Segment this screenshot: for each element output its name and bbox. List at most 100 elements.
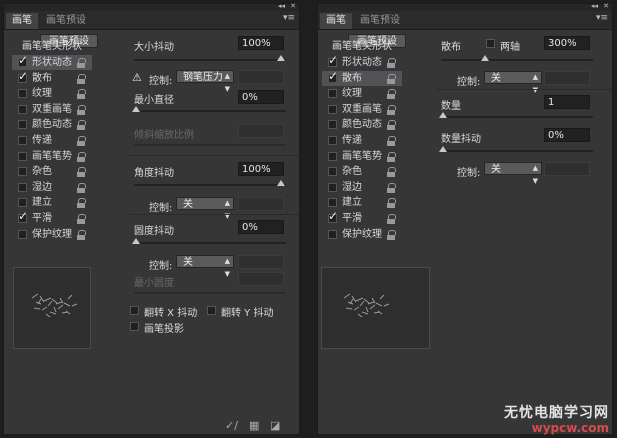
lock-icon[interactable] bbox=[387, 73, 396, 84]
tab-brush-presets[interactable]: 画笔预设 bbox=[40, 13, 92, 29]
slider-knob[interactable] bbox=[439, 112, 447, 118]
lock-icon[interactable] bbox=[77, 104, 86, 115]
count-jitter-slider[interactable] bbox=[439, 146, 593, 152]
count-control-dropdown[interactable]: 关 ▲ ▼ bbox=[484, 162, 542, 185]
lock-icon[interactable] bbox=[77, 151, 86, 162]
brush-setting-checkbox[interactable] bbox=[328, 167, 337, 177]
brush-setting-checkbox[interactable] bbox=[328, 120, 337, 130]
brush-setting-checkbox[interactable] bbox=[328, 151, 337, 161]
count-value[interactable]: 1 bbox=[544, 95, 590, 109]
brush-setting-row[interactable]: ✓ 平滑 bbox=[322, 209, 402, 226]
brush-setting-row[interactable]: ✓ 散布 bbox=[322, 69, 402, 86]
size-jitter-value[interactable]: 100% bbox=[238, 36, 284, 50]
slider-knob[interactable] bbox=[277, 55, 285, 61]
scatter-slider[interactable] bbox=[441, 55, 593, 61]
brush-setting-checkbox[interactable] bbox=[18, 136, 27, 145]
min-diameter-slider[interactable] bbox=[132, 106, 286, 112]
brush-setting-checkbox[interactable] bbox=[18, 151, 27, 161]
flip-x-jitter-checkbox[interactable] bbox=[130, 306, 139, 315]
lock-icon[interactable] bbox=[387, 136, 396, 146]
brush-setting-row[interactable]: 双重画笔 bbox=[12, 102, 92, 117]
brush-tip-shape-item[interactable]: 画笔笔尖形状 bbox=[322, 40, 402, 54]
brush-setting-row[interactable]: 画笔笔势 bbox=[12, 149, 92, 164]
brush-setting-checkbox[interactable] bbox=[18, 182, 27, 192]
panel-menu-icon[interactable]: ▾≡ bbox=[283, 13, 295, 23]
collapse-icon[interactable]: ◂◂ bbox=[591, 2, 598, 11]
brush-setting-checkbox[interactable] bbox=[328, 89, 337, 99]
brush-projection-checkbox[interactable] bbox=[130, 322, 139, 331]
both-axes-checkbox[interactable] bbox=[486, 39, 495, 48]
tab-brush[interactable]: 画笔 bbox=[320, 13, 352, 29]
slider-knob[interactable] bbox=[132, 106, 140, 112]
brush-setting-checkbox[interactable] bbox=[18, 229, 27, 239]
lock-icon[interactable] bbox=[77, 120, 86, 131]
lock-icon[interactable] bbox=[387, 229, 396, 240]
min-diameter-value[interactable]: 0% bbox=[238, 90, 284, 104]
new-brush-icon[interactable]: ◪ bbox=[270, 419, 280, 432]
close-icon[interactable]: ✕ bbox=[603, 2, 609, 11]
roundness-jitter-slider[interactable] bbox=[132, 238, 286, 244]
brush-setting-checkbox[interactable] bbox=[18, 104, 27, 114]
angle-jitter-slider[interactable] bbox=[134, 180, 286, 186]
lock-icon[interactable] bbox=[77, 136, 86, 146]
count-slider[interactable] bbox=[439, 112, 593, 118]
slider-knob[interactable] bbox=[132, 238, 140, 244]
roundness-control-dropdown[interactable]: 关 ▲ ▼ bbox=[176, 255, 234, 278]
lock-icon[interactable] bbox=[387, 167, 396, 178]
lock-icon[interactable] bbox=[77, 167, 86, 178]
brush-setting-checkbox[interactable] bbox=[328, 182, 337, 192]
scatter-value[interactable]: 300% bbox=[544, 36, 590, 50]
brush-setting-row[interactable]: ✓ 散布 bbox=[12, 69, 92, 86]
lock-icon[interactable] bbox=[77, 214, 86, 224]
lock-icon[interactable] bbox=[77, 58, 86, 68]
brush-setting-row[interactable]: 颜色动态 bbox=[12, 117, 92, 132]
brush-setting-row[interactable]: 传递 bbox=[322, 133, 402, 148]
brush-setting-row[interactable]: 双重画笔 bbox=[322, 102, 402, 117]
brush-setting-row[interactable]: 纹理 bbox=[322, 86, 402, 101]
brush-setting-row[interactable]: 杂色 bbox=[12, 164, 92, 179]
brush-tip-shape-item[interactable]: 画笔笔尖形状 bbox=[12, 40, 92, 54]
brush-setting-row[interactable]: 画笔笔势 bbox=[322, 149, 402, 164]
lock-icon[interactable] bbox=[387, 198, 396, 209]
brush-setting-checkbox[interactable] bbox=[18, 167, 27, 177]
angle-control-dropdown[interactable]: 关 ▲ ▼ bbox=[176, 197, 234, 220]
lock-icon[interactable] bbox=[387, 120, 396, 131]
lock-icon[interactable] bbox=[387, 182, 396, 193]
lock-icon[interactable] bbox=[77, 89, 86, 100]
count-jitter-value[interactable]: 0% bbox=[544, 128, 590, 142]
brush-setting-row[interactable]: 湿边 bbox=[322, 180, 402, 195]
size-control-dropdown[interactable]: 钢笔压力 ▲ ▼ bbox=[176, 70, 234, 93]
brush-setting-row[interactable]: 颜色动态 bbox=[322, 117, 402, 132]
toggle-live-tip-icon[interactable]: ✓∕ bbox=[225, 419, 238, 432]
lock-icon[interactable] bbox=[77, 198, 86, 209]
tab-brush-presets[interactable]: 画笔预设 bbox=[354, 13, 406, 29]
brush-setting-checkbox[interactable] bbox=[328, 229, 337, 239]
brush-setting-row[interactable]: 纹理 bbox=[12, 86, 92, 101]
brush-setting-checkbox[interactable] bbox=[328, 104, 337, 114]
lock-icon[interactable] bbox=[77, 73, 86, 84]
tab-brush[interactable]: 画笔 bbox=[6, 13, 38, 29]
brush-setting-checkbox[interactable] bbox=[328, 198, 337, 208]
slider-knob[interactable] bbox=[481, 55, 489, 61]
size-jitter-slider[interactable] bbox=[134, 55, 286, 61]
brush-setting-row[interactable]: 传递 bbox=[12, 133, 92, 148]
lock-icon[interactable] bbox=[387, 89, 396, 100]
slider-knob[interactable] bbox=[439, 146, 447, 152]
collapse-icon[interactable]: ◂◂ bbox=[278, 2, 285, 11]
brush-setting-row[interactable]: ✓ 平滑 bbox=[12, 209, 92, 226]
brush-setting-row[interactable]: 保护纹理 bbox=[322, 227, 402, 242]
brush-setting-checkbox[interactable] bbox=[18, 120, 27, 130]
brush-setting-row[interactable]: 杂色 bbox=[322, 164, 402, 179]
lock-icon[interactable] bbox=[387, 58, 396, 68]
lock-icon[interactable] bbox=[387, 151, 396, 162]
slider-knob[interactable] bbox=[277, 180, 285, 186]
panel-menu-icon[interactable]: ▾≡ bbox=[596, 13, 608, 23]
flip-y-jitter-checkbox[interactable] bbox=[207, 306, 216, 315]
lock-icon[interactable] bbox=[77, 229, 86, 240]
brush-grid-icon[interactable]: ▦ bbox=[249, 419, 259, 432]
lock-icon[interactable] bbox=[387, 104, 396, 115]
lock-icon[interactable] bbox=[387, 214, 396, 224]
roundness-jitter-value[interactable]: 0% bbox=[238, 220, 284, 234]
lock-icon[interactable] bbox=[77, 182, 86, 193]
brush-setting-checkbox[interactable] bbox=[18, 198, 27, 208]
